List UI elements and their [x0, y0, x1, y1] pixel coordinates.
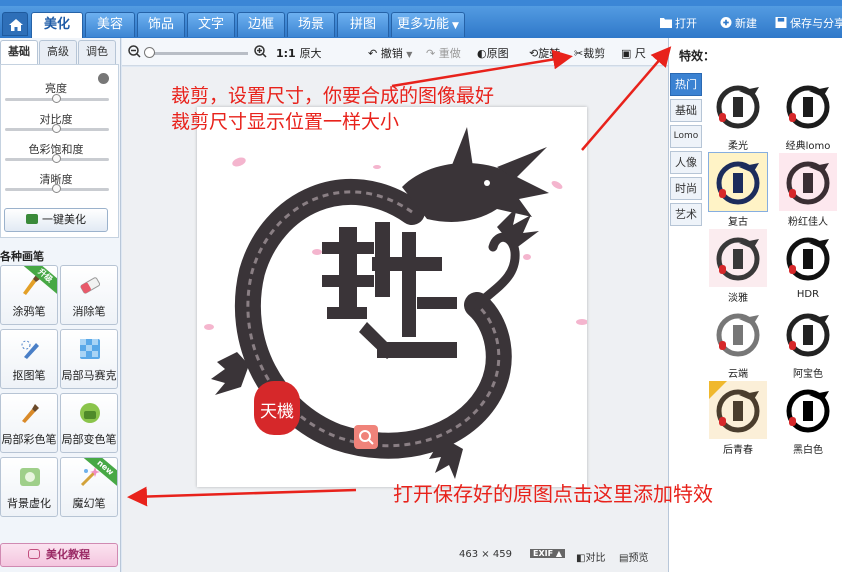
- annotation-arrows: [127, 46, 672, 507]
- arrow-to-effects-icon: [581, 46, 672, 151]
- arrow-to-brushes-icon: [127, 486, 357, 507]
- arrow-to-crop-icon: [391, 49, 573, 88]
